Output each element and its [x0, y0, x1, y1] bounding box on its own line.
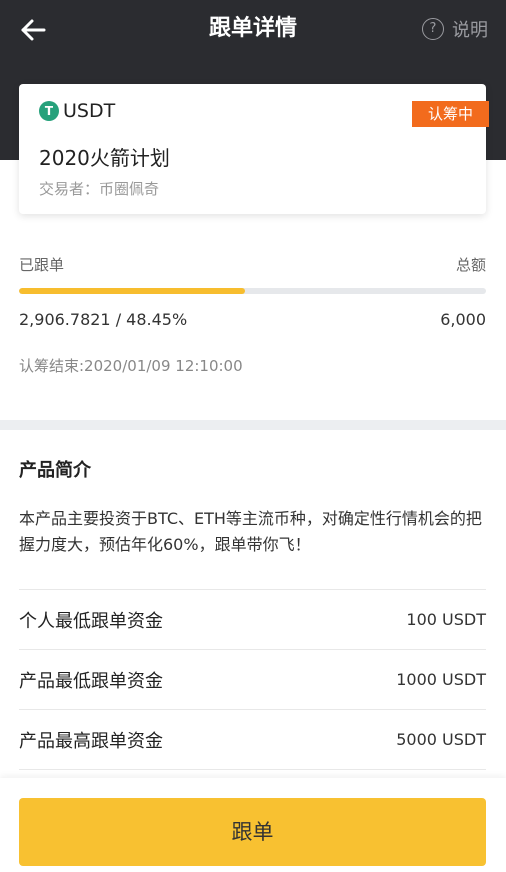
footer-bar: 跟单	[0, 778, 506, 872]
intro-text: 本产品主要投资于BTC、ETH等主流币种，对确定性行情机会的把握力度大，预估年化…	[19, 509, 482, 554]
intro-title: 产品简介	[19, 460, 91, 481]
coin-name: USDT	[63, 100, 116, 122]
info-value: 100 USDT	[406, 610, 486, 629]
info-value: 1000 USDT	[396, 670, 486, 689]
info-row-product-min: 产品最低跟单资金 1000 USDT	[19, 649, 486, 709]
info-row-personal-min: 个人最低跟单资金 100 USDT	[19, 589, 486, 649]
followed-value: 2,906.7821 / 48.45%	[19, 310, 188, 329]
info-label: 个人最低跟单资金	[19, 610, 163, 632]
progress-bar	[19, 288, 486, 294]
total-value: 6,000	[440, 310, 486, 329]
help-button[interactable]: ? 说明	[422, 14, 488, 44]
progress-fill	[19, 288, 246, 294]
follow-progress-section: 已跟单 总额 2,906.7821 / 48.45% 6,000	[19, 250, 486, 334]
question-circle-icon: ?	[422, 18, 444, 40]
info-label: 产品最低跟单资金	[19, 670, 163, 692]
status-badge: 认筹中	[412, 101, 489, 127]
total-label: 总额	[455, 256, 486, 274]
follow-button[interactable]: 跟单	[19, 798, 486, 866]
plan-name: 2020火箭计划	[39, 146, 170, 170]
info-label: 产品最高跟单资金	[19, 730, 163, 752]
info-row-product-max: 产品最高跟单资金 5000 USDT	[19, 709, 486, 769]
tether-icon: T	[39, 101, 59, 121]
plan-card: T USDT 认筹中 2020火箭计划 交易者：币圈佩奇	[19, 84, 489, 214]
info-value: 5000 USDT	[396, 730, 486, 749]
subscription-deadline: 认筹结束:2020/01/09 12:10:00	[19, 357, 243, 375]
coin-row: T USDT	[39, 100, 115, 122]
trader-name: 交易者：币圈佩奇	[39, 180, 160, 198]
section-divider	[0, 420, 506, 430]
followed-label: 已跟单	[19, 256, 65, 274]
info-list: 个人最低跟单资金 100 USDT 产品最低跟单资金 1000 USDT 产品最…	[19, 589, 486, 770]
divider	[19, 769, 486, 770]
help-label: 说明	[452, 20, 488, 41]
